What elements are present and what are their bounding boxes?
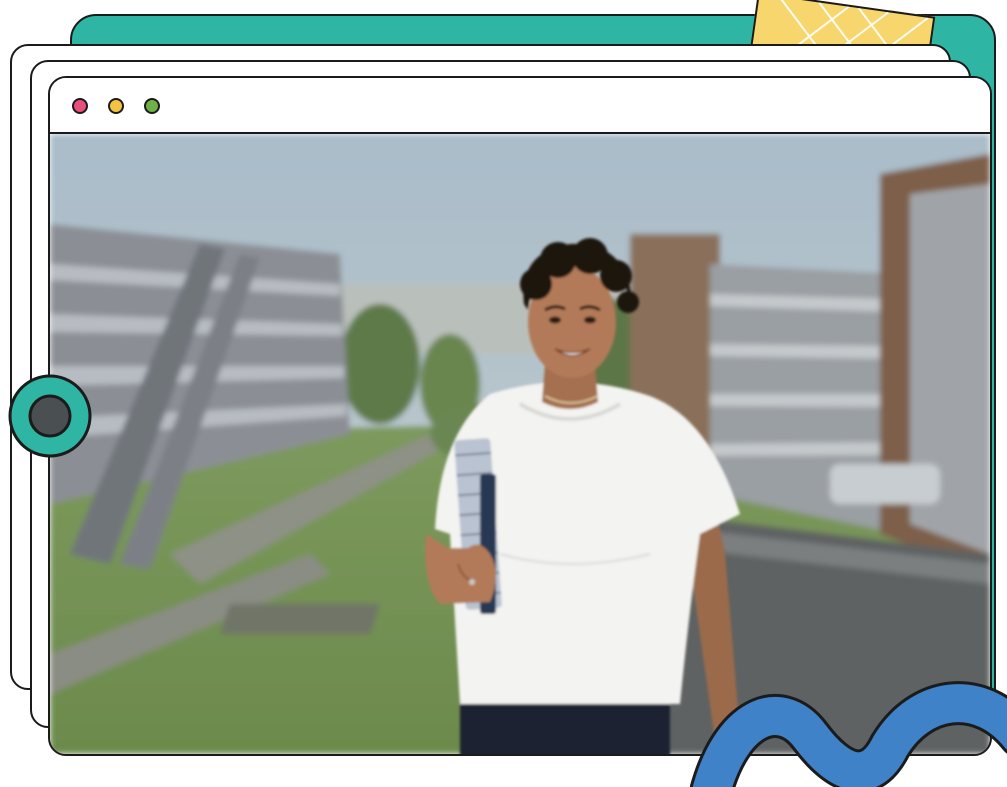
window-maximize-dot[interactable] <box>144 98 160 114</box>
blue-wave-decor <box>690 681 1007 787</box>
window-close-dot[interactable] <box>72 98 88 114</box>
campus-student-photo <box>50 134 990 754</box>
browser-window <box>48 76 992 756</box>
hero-illustration <box>0 0 1007 787</box>
window-titlebar <box>50 78 990 134</box>
window-minimize-dot[interactable] <box>108 98 124 114</box>
teal-ring-decor <box>8 374 92 458</box>
